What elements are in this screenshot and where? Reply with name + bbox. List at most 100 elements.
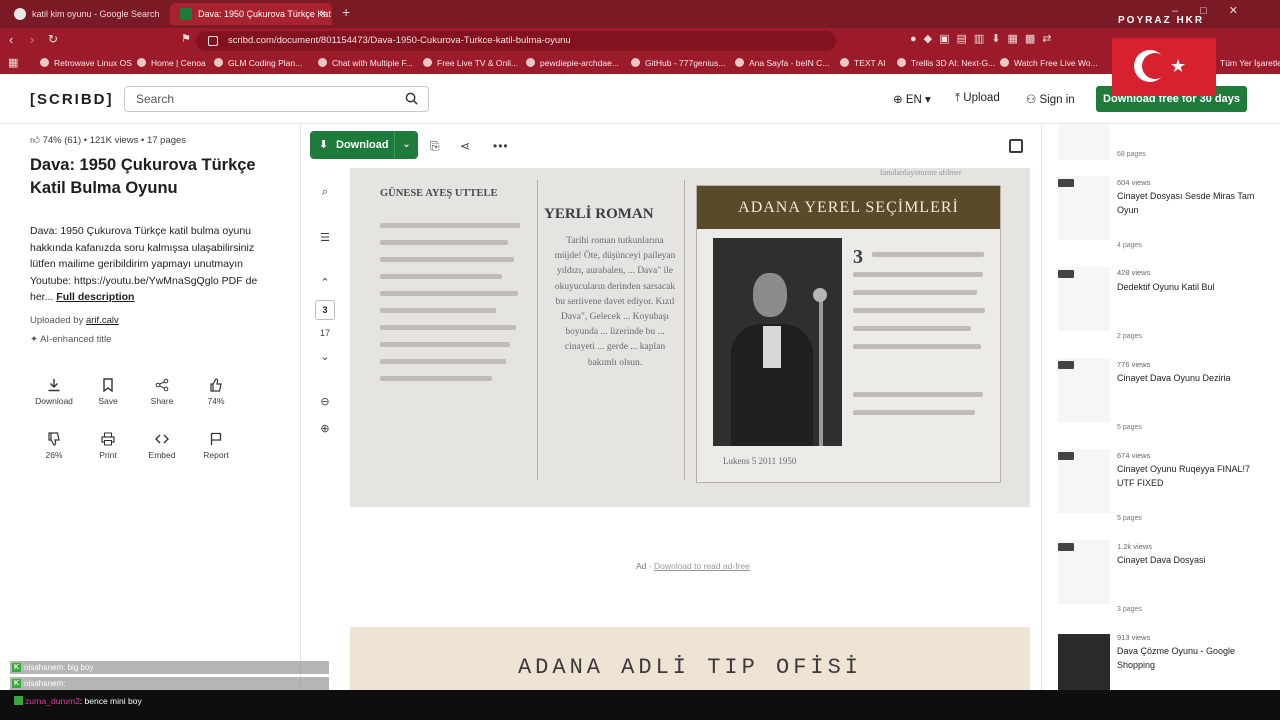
url-text: scribd.com/document/801154473/Dava-1950-… [228,35,571,46]
related-thumbnail[interactable] [1058,634,1110,690]
user-icon: ⚇ [1026,94,1040,106]
blurred-text-line [853,344,981,349]
blurred-text-line [380,359,506,364]
fullscreen-icon[interactable] [1009,139,1023,153]
action-label: 26% [45,450,63,460]
chevron-down-icon[interactable]: ⌄ [318,350,332,363]
uploader-link[interactable]: arif.calv [86,315,119,326]
blurred-text-line [380,223,520,228]
related-title[interactable]: Cinayet Dosyası Sesde Miras Tam Oyun [1117,189,1257,217]
globe-icon: ⊕ [893,94,906,106]
search-input[interactable]: Search [124,86,429,112]
share-icon[interactable]: ⋖ [460,139,470,153]
document-page: fanulardayoturme afdmer GÜNESE AYEŞ UTTE… [350,168,1030,507]
document-description: Dava: 1950 Çukurova Türkçe katil bulma o… [30,223,272,306]
share-icon [155,378,169,392]
related-pages: 4 pages [1117,242,1142,249]
blurred-text-line [853,326,971,331]
share-action[interactable]: Share [135,378,189,406]
uploaded-by-label: Uploaded by [30,315,84,326]
chat-message: Knisahanem: big boy [10,661,329,674]
chevron-down-icon: ▾ [921,94,931,106]
embed-action[interactable]: Embed [135,432,189,460]
search-icon[interactable] [405,92,418,105]
tab-scribd-active[interactable]: Dava: 1950 Çukurova Türkçe Kat × [170,3,332,25]
flag-icon [210,432,222,445]
download-action[interactable]: Download [27,378,81,406]
apps-grid-icon[interactable]: ▦ [8,56,18,69]
bookmark-item[interactable]: Chat with Multiple F... [318,58,413,68]
related-pages: 68 pages [1117,151,1146,158]
downvote-action[interactable]: 26% [27,432,81,460]
full-description-link[interactable]: Full description [56,291,134,303]
chevron-down-icon[interactable]: ⌄ [394,131,418,159]
search-icon[interactable]: ⌕ [318,186,332,199]
close-icon[interactable]: × [320,3,326,25]
ad-free-link[interactable]: Download to read ad-free [654,561,750,571]
upload-label: Upload [963,92,1000,104]
download-label: Download [336,139,389,151]
print-action[interactable]: Print [81,432,135,460]
scribd-logo[interactable]: [SCRIBD] [30,91,114,108]
bookmark-item[interactable]: GitHub - 777genius... [631,58,725,68]
chat-user: zurna_durum2 [25,696,80,706]
bookmark-item[interactable]: Home | Cenoa [137,58,206,68]
related-title[interactable]: Dedektif Oyunu Katil Bul [1117,280,1257,294]
url-field[interactable]: scribd.com/document/801154473/Dava-1950-… [196,31,836,51]
total-pages: 17 [319,328,330,338]
zoom-in-icon[interactable]: ⊕ [318,422,332,435]
upvote-action[interactable]: 74% [189,378,243,406]
download-button[interactable]: ⬇ Download ⌄ [310,131,418,159]
bookmark-item[interactable]: TEXT AI [840,58,886,68]
related-title[interactable]: Cinayet Dava Dosyasi [1117,553,1257,567]
bookmark-item[interactable]: Tüm Yer İşaretleri [1206,58,1280,68]
bookmark-icon[interactable]: ⎘ [430,139,440,154]
window-controls-icon[interactable]: –□✕ [1172,4,1260,17]
related-views: 776 views [1117,360,1151,369]
new-tab-icon[interactable]: + [342,4,350,20]
report-action[interactable]: Report [189,432,243,460]
site-info-icon[interactable] [208,36,218,46]
table-of-contents-icon[interactable]: ☰ [318,231,332,244]
blurred-text-line [380,291,518,296]
related-title[interactable]: Cinayet Dava Oyunu Deziria [1117,371,1257,385]
bookmark-star-icon[interactable]: ⚑ [181,32,191,45]
bookmark-item[interactable]: Free Live TV & Onli... [423,58,518,68]
bookmark-item[interactable]: Ana Sayfa - beIN C... [735,58,829,68]
pdf-badge-icon [1058,270,1074,278]
article-number: 3 [853,246,863,268]
zoom-out-icon[interactable]: ⊖ [318,395,332,408]
reload-icon[interactable]: ↻ [48,32,58,46]
tab-google-search[interactable]: katil kim oyunu - Google Search [4,3,169,25]
forward-icon[interactable]: › [30,32,34,47]
blurred-text-line [380,376,492,381]
bookmark-item[interactable]: pewdiepie-archdae... [526,58,619,68]
signin-link[interactable]: ⚇ Sign in [1026,92,1075,106]
extension-icons[interactable]: ●◆▣▤▥⬇▦▩⇄ [910,32,1059,45]
chevron-up-icon[interactable]: ⌃ [318,276,332,289]
chat-badge-icon [14,696,23,705]
back-icon[interactable]: ‹ [9,32,13,47]
bookmark-item[interactable]: Retrowave Linux OS [40,58,132,68]
language-selector[interactable]: ⊕ EN ▾ [893,92,931,106]
related-title[interactable]: Dava Çözme Oyunu - Google Shopping [1117,644,1257,672]
bookmark-item[interactable]: Watch Free Live Wo... [1000,58,1098,68]
column1-heading: GÜNESE AYEŞ UTTELE [380,188,498,199]
current-page-input[interactable]: 3 [315,300,335,320]
save-action[interactable]: Save [81,378,135,406]
related-thumbnail[interactable] [1058,124,1110,160]
related-title[interactable]: Cinayet Oyunu Ruqeyya FINAL!7 UTF FIXED [1117,462,1257,490]
microphone-stand [819,294,823,446]
chat-user: nisahanem [24,663,64,672]
bookmark-item[interactable]: Trellis 3D AI: Next-G... [897,58,995,68]
ai-title-label: AI-enhanced title [40,334,112,345]
upload-link[interactable]: ⤒ Upload [955,92,1000,105]
more-icon[interactable]: ••• [493,139,509,153]
sparkle-icon: ✦ [30,334,41,345]
ad-label: Ad [636,561,647,571]
chat-badge-icon: K [12,679,21,688]
language-label: EN [905,94,922,106]
bookmark-item[interactable]: GLM Coding Plan... [214,58,302,68]
flag-crescent-cut [1142,53,1168,79]
uploaded-by: Uploaded by arif.calv [30,315,119,326]
